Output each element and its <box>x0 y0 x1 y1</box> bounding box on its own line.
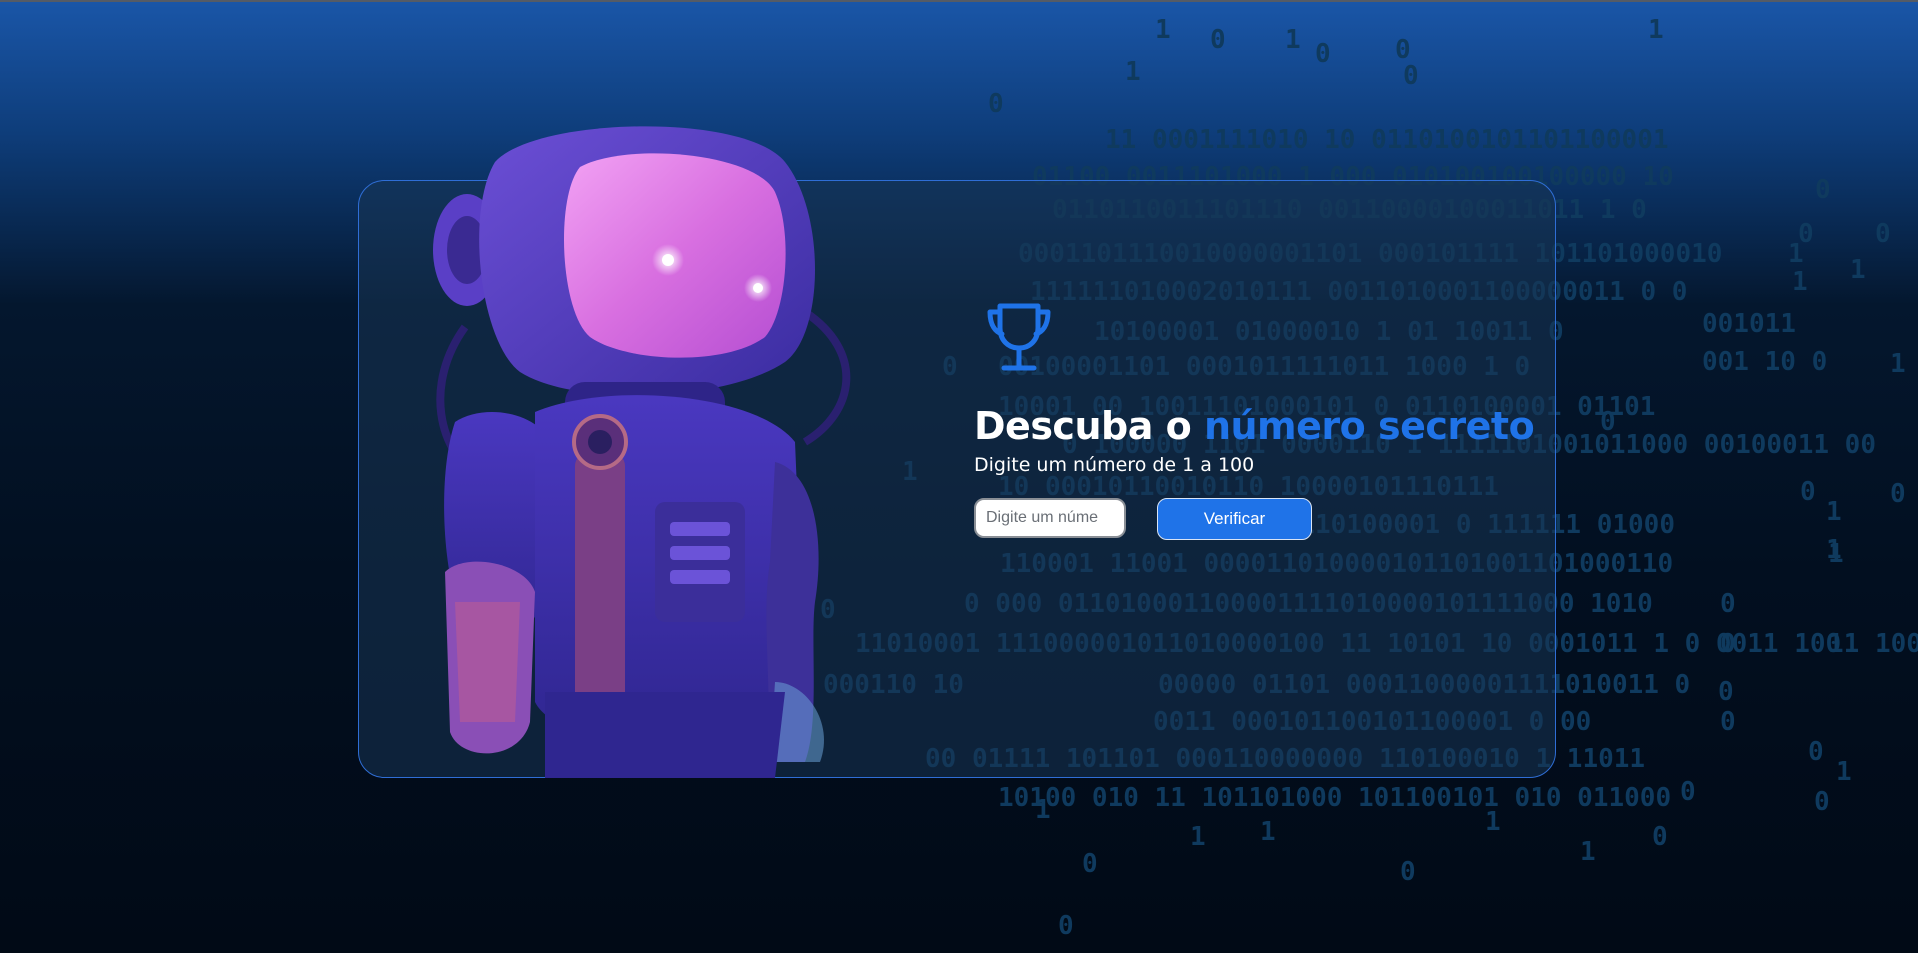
trophy-icon <box>987 303 1051 371</box>
svg-text:1: 1 <box>1580 837 1596 867</box>
svg-text:1: 1 <box>1155 15 1171 45</box>
svg-text:1: 1 <box>1035 795 1051 825</box>
svg-text:0: 0 <box>988 89 1004 119</box>
title-prefix: Descuba o <box>974 404 1192 448</box>
svg-text:1: 1 <box>1648 15 1664 45</box>
svg-text:0: 0 <box>1890 479 1906 509</box>
svg-text:0: 0 <box>1395 35 1411 65</box>
title-accent: número secreto <box>1203 404 1535 448</box>
svg-text:1: 1 <box>1890 349 1906 379</box>
svg-text:0: 0 <box>1720 629 1736 659</box>
svg-text:0: 0 <box>1800 477 1816 507</box>
svg-text:0: 0 <box>1600 407 1616 437</box>
svg-text:1: 1 <box>1260 817 1276 847</box>
svg-text:1: 1 <box>1792 267 1808 297</box>
svg-text:11 0001111010 10 0110100101101: 11 0001111010 10 0110100101101100001 <box>1105 125 1669 155</box>
guess-input[interactable] <box>974 498 1126 538</box>
svg-text:1: 1 <box>1828 539 1844 569</box>
svg-text:0: 0 <box>1652 822 1668 852</box>
svg-text:1: 1 <box>1788 239 1804 269</box>
astronaut-robot-illustration <box>433 126 851 778</box>
svg-text:0: 0 <box>1720 707 1736 737</box>
svg-text:0: 0 <box>1808 737 1824 767</box>
svg-text:0: 0 <box>1815 175 1831 205</box>
svg-text:1: 1 <box>1190 822 1206 852</box>
svg-text:0: 0 <box>1814 787 1830 817</box>
svg-text:10100 010 11 101101000 1011001: 10100 010 11 101101000 101100101 010 011… <box>998 783 1671 813</box>
svg-text:1: 1 <box>1485 807 1501 837</box>
window-top-edge <box>0 0 1918 2</box>
verify-button[interactable]: Verificar <box>1157 498 1312 540</box>
svg-text:0: 0 <box>1400 857 1416 887</box>
svg-text:1: 1 <box>1836 757 1852 787</box>
svg-text:0: 0 <box>1403 61 1419 91</box>
svg-text:0: 0 <box>1082 849 1098 879</box>
svg-text:0: 0 <box>1875 219 1891 249</box>
svg-text:001 10 0: 001 10 0 <box>1702 347 1827 377</box>
svg-text:0: 0 <box>1058 911 1074 941</box>
svg-text:1: 1 <box>1850 255 1866 285</box>
page-title: Descuba o número secreto <box>974 404 1535 448</box>
svg-text:0: 0 <box>1210 25 1226 55</box>
svg-text:0: 0 <box>1718 677 1734 707</box>
svg-text:1: 1 <box>1826 535 1842 565</box>
svg-text:0: 0 <box>1798 219 1814 249</box>
svg-text:1: 1 <box>1285 25 1301 55</box>
svg-text:1: 1 <box>1826 497 1842 527</box>
instructions-text: Digite um número de 1 a 100 <box>974 454 1255 476</box>
svg-text:11 100: 11 100 <box>1828 629 1918 659</box>
svg-text:001011: 001011 <box>1702 309 1796 339</box>
svg-text:0: 0 <box>1315 39 1331 69</box>
svg-text:0: 0 <box>1720 589 1736 619</box>
svg-text:1: 1 <box>1125 57 1141 87</box>
svg-text:0: 0 <box>1680 777 1696 807</box>
